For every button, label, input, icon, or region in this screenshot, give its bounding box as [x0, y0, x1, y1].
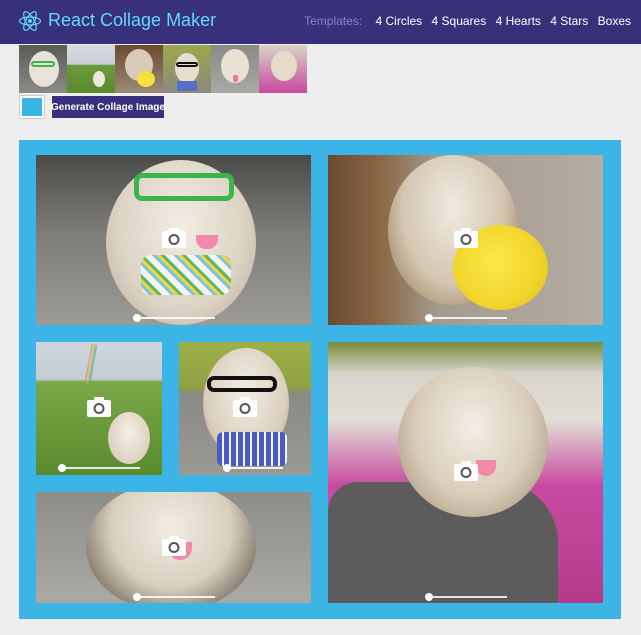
thumbnail-dog-tongue-out[interactable] — [211, 45, 259, 93]
collage-cell-1[interactable] — [36, 155, 311, 325]
camera-icon[interactable] — [232, 396, 258, 418]
camera-icon[interactable] — [453, 460, 479, 482]
app-title: React Collage Maker — [48, 10, 217, 30]
thumbnail-dog-on-grass[interactable] — [67, 45, 115, 93]
template-4-hearts-link[interactable]: 4 Hearts — [496, 14, 541, 28]
collage-canvas — [19, 140, 621, 619]
camera-icon[interactable] — [161, 227, 187, 249]
collage-cell-6[interactable] — [36, 492, 311, 603]
templates-nav: Templates: 4 Circles 4 Squares 4 Hearts … — [304, 14, 631, 28]
collage-cell-2[interactable] — [328, 155, 603, 325]
camera-icon[interactable] — [453, 227, 479, 249]
zoom-slider-handle[interactable] — [425, 314, 433, 322]
zoom-slider-track[interactable] — [133, 596, 215, 598]
camera-icon[interactable] — [86, 396, 112, 418]
template-boxes-link[interactable]: Boxes — [598, 14, 631, 28]
thumbnail-dog-on-pink-blanket[interactable] — [259, 45, 307, 93]
zoom-slider-handle[interactable] — [133, 314, 141, 322]
zoom-slider-track[interactable] — [133, 317, 215, 319]
border-color-picker[interactable] — [20, 96, 44, 118]
thumbnail-dog-with-black-glasses[interactable] — [163, 45, 211, 93]
template-4-circles-link[interactable]: 4 Circles — [376, 14, 423, 28]
zoom-slider-handle[interactable] — [223, 464, 231, 472]
zoom-slider-track[interactable] — [58, 467, 140, 469]
dog-photo — [398, 367, 548, 517]
thumbnail-dog-with-yellow-toy[interactable] — [115, 45, 163, 93]
collage-cell-4[interactable] — [179, 342, 311, 475]
generate-collage-button[interactable]: Generate Collage Image — [51, 96, 165, 118]
zoom-slider-track[interactable] — [425, 596, 507, 598]
zoom-slider-handle[interactable] — [133, 593, 141, 601]
zoom-slider-handle[interactable] — [58, 464, 66, 472]
react-logo-icon — [18, 11, 42, 31]
template-4-squares-link[interactable]: 4 Squares — [432, 14, 487, 28]
camera-icon[interactable] — [161, 535, 187, 557]
zoom-slider-track[interactable] — [425, 317, 507, 319]
zoom-slider-track[interactable] — [223, 467, 283, 469]
collage-cell-5[interactable] — [328, 342, 603, 603]
collage-cell-3[interactable] — [36, 342, 162, 475]
app-header: React Collage Maker Templates: 4 Circles… — [0, 0, 641, 44]
image-thumbnail-strip — [19, 45, 307, 93]
thumbnail-dog-with-green-glasses[interactable] — [19, 45, 67, 93]
templates-label: Templates: — [304, 14, 363, 28]
zoom-slider-handle[interactable] — [425, 593, 433, 601]
template-4-stars-link[interactable]: 4 Stars — [550, 14, 588, 28]
dog-photo — [108, 412, 150, 464]
